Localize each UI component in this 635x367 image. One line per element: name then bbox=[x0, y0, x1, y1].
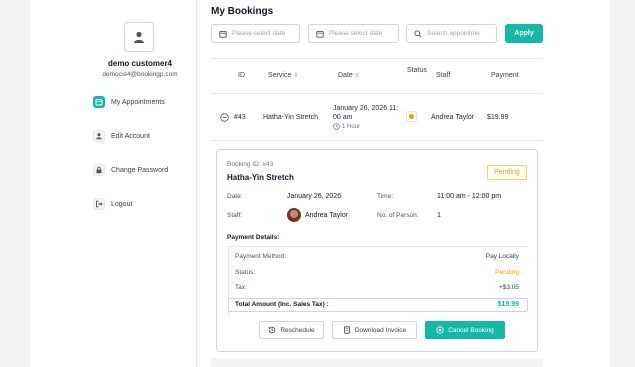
table-top-border bbox=[211, 58, 543, 59]
download-invoice-button[interactable]: Download Invoice bbox=[332, 321, 417, 339]
header-service-label: Service bbox=[268, 72, 292, 79]
payment-status-label: Status: bbox=[235, 269, 256, 276]
clock-icon bbox=[333, 123, 340, 130]
staff-avatar bbox=[287, 208, 301, 222]
search-input[interactable]: Search appointme bbox=[406, 24, 497, 43]
cancel-booking-button[interactable]: Cancel Booking bbox=[425, 321, 505, 339]
header-status[interactable]: Status bbox=[407, 66, 429, 76]
duration-label: 1 Hour bbox=[342, 123, 361, 130]
sidebar-item-change-password[interactable]: Change Password bbox=[93, 163, 168, 177]
user-avatar-icon bbox=[134, 31, 144, 43]
user-email: democst4@bookingp.com bbox=[102, 71, 178, 78]
sidebar-item-label: Edit Account bbox=[111, 132, 150, 140]
booking-id-label: Booking ID: #43 bbox=[227, 161, 274, 168]
invoice-icon bbox=[343, 326, 350, 334]
payment-method-label: Payment Method: bbox=[235, 253, 286, 260]
sidebar-divider bbox=[196, 0, 197, 367]
page-title: My Bookings bbox=[211, 6, 274, 17]
sidebar-item-label: My Appointments bbox=[111, 98, 165, 106]
status-dot bbox=[409, 114, 414, 119]
sidebar-item-logout[interactable]: Logout bbox=[93, 197, 132, 211]
lock-icon bbox=[93, 164, 105, 176]
sidebar-item-edit-account[interactable]: Edit Account bbox=[93, 129, 150, 143]
status-badge: Pending bbox=[487, 165, 527, 180]
payment-amount: $19.99 bbox=[487, 114, 509, 121]
duration: 1 Hour bbox=[333, 123, 360, 130]
tax-label: Tax: bbox=[235, 284, 247, 291]
header-staff[interactable]: Staff bbox=[436, 72, 450, 79]
calendar-icon bbox=[93, 96, 105, 108]
staff-label: Staff: bbox=[227, 212, 243, 219]
time-label: Time: bbox=[377, 193, 394, 200]
header-date-label: Date bbox=[338, 72, 353, 79]
avatar bbox=[124, 22, 154, 52]
next-section-bar bbox=[211, 358, 543, 367]
persons-value: 1 bbox=[437, 212, 441, 219]
end-date-placeholder: Please select date bbox=[329, 30, 383, 37]
staff-value: Andrea Taylor bbox=[305, 212, 349, 219]
logout-icon bbox=[93, 198, 105, 210]
cancel-booking-label: Cancel Booking bbox=[448, 326, 494, 334]
user-icon bbox=[93, 130, 105, 142]
status-indicator bbox=[406, 111, 417, 122]
service-name: Hatha-Yin Stretch bbox=[263, 114, 318, 121]
collapse-icon[interactable] bbox=[220, 113, 229, 124]
sidebar-item-label: Logout bbox=[111, 200, 133, 208]
date-label: Date: bbox=[227, 193, 243, 200]
persons-label: No. of Person: bbox=[377, 212, 419, 219]
details-service-name: Hatha-Yin Stretch bbox=[227, 173, 294, 182]
sidebar-item-my-appointments[interactable]: My Appointments bbox=[93, 95, 165, 109]
time-value: 11:00 am - 12:00 pm bbox=[437, 193, 502, 200]
booking-id: #43 bbox=[234, 114, 246, 121]
booking-time: 00 am bbox=[333, 114, 353, 121]
cancel-icon bbox=[436, 326, 444, 334]
reschedule-label: Reschedule bbox=[280, 326, 315, 334]
date-value: January 26, 2026 bbox=[287, 193, 342, 200]
apply-button[interactable]: Apply bbox=[505, 24, 543, 43]
header-payment[interactable]: Payment bbox=[491, 72, 519, 79]
table-row-border bbox=[211, 140, 543, 141]
username: demo customer4 bbox=[107, 59, 173, 68]
tax-value: +$3.05 bbox=[498, 284, 519, 291]
start-date-input[interactable]: Please select date bbox=[211, 24, 300, 43]
staff-name: Andrea Taylor bbox=[431, 114, 475, 121]
calendar-icon bbox=[219, 30, 227, 38]
booking-date: January 26, 2026 11: bbox=[333, 105, 399, 112]
total-label: Total Amount (Inc. Sales Tax) : bbox=[235, 301, 329, 308]
download-invoice-label: Download Invoice bbox=[354, 326, 407, 334]
history-icon bbox=[268, 326, 276, 334]
header-service[interactable]: Service ⇕ bbox=[268, 72, 298, 79]
header-date[interactable]: Date ⇕ bbox=[338, 72, 360, 79]
search-icon bbox=[414, 29, 422, 38]
calendar-icon bbox=[316, 30, 324, 38]
payment-status-value: Pending bbox=[495, 269, 519, 276]
booking-details-card: Booking ID: #43 Hatha-Yin Stretch Pendin… bbox=[216, 149, 538, 352]
end-date-input[interactable]: Please select date bbox=[308, 24, 399, 43]
table-header-border bbox=[211, 93, 543, 94]
sort-icon: ⇕ bbox=[354, 73, 360, 79]
header-id[interactable]: ID bbox=[238, 72, 245, 79]
total-value: $19.99 bbox=[497, 301, 519, 308]
start-date-placeholder: Please select date bbox=[232, 30, 286, 37]
payment-details-label: Payment Details: bbox=[227, 234, 280, 241]
sidebar-item-label: Change Password bbox=[111, 166, 169, 174]
sort-icon: ⇕ bbox=[293, 73, 299, 79]
reschedule-button[interactable]: Reschedule bbox=[259, 321, 324, 339]
search-placeholder: Search appointme bbox=[427, 30, 480, 37]
payment-method-value: Pay Locally bbox=[485, 253, 519, 260]
